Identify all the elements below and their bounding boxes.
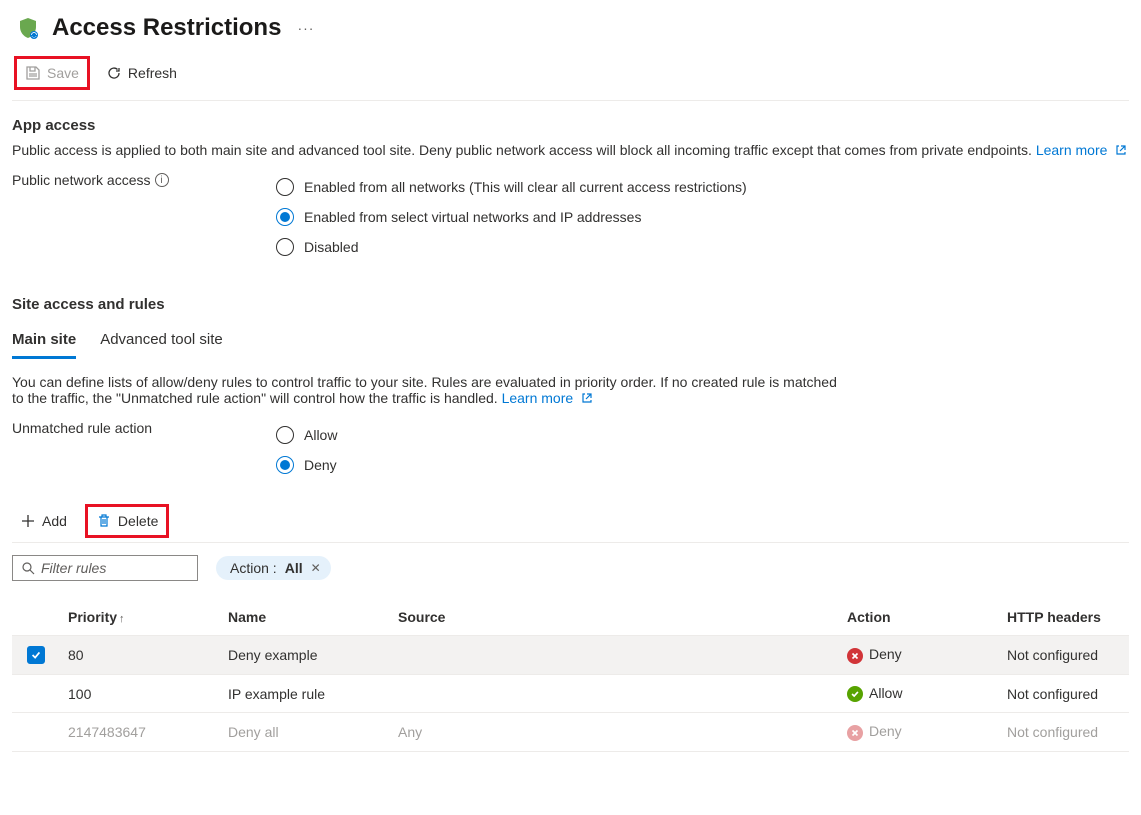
public-network-access-label: Public network access i — [12, 172, 260, 188]
table-row[interactable]: 2147483647Deny allAny Deny Not configured — [12, 713, 1129, 751]
external-link-icon — [581, 391, 593, 403]
cell-source: Any — [390, 713, 839, 751]
command-bar: Save Refresh — [12, 56, 1129, 101]
refresh-label: Refresh — [128, 65, 177, 81]
save-label: Save — [47, 65, 79, 81]
col-header-source[interactable]: Source — [390, 599, 839, 636]
app-access-section: App access Public access is applied to b… — [12, 101, 1129, 262]
cell-source — [390, 636, 839, 675]
plus-icon — [20, 513, 36, 529]
app-access-learn-more-link[interactable]: Learn more — [1036, 142, 1127, 158]
rules-toolbar: Add Delete — [12, 504, 1129, 543]
deny-badge-icon — [847, 725, 863, 741]
app-access-description: Public access is applied to both main si… — [12, 142, 1129, 158]
pill-label: Action : — [230, 560, 277, 576]
allow-badge-icon — [847, 686, 863, 702]
app-access-heading: App access — [12, 117, 1129, 134]
unmatched-rule-row: Unmatched rule action Allow Deny — [12, 420, 1129, 480]
highlight-delete: Delete — [85, 504, 169, 538]
filter-pill-action[interactable]: Action : All ✕ — [216, 556, 331, 580]
page-title: Access Restrictions — [52, 14, 281, 42]
shield-icon — [16, 16, 40, 40]
delete-rule-button[interactable]: Delete — [88, 509, 166, 533]
radio-unmatched-deny[interactable]: Deny — [276, 450, 1129, 480]
public-network-access-options: Enabled from all networks (This will cle… — [276, 172, 1129, 262]
row-checkbox[interactable] — [27, 646, 45, 664]
cell-priority: 80 — [60, 636, 220, 675]
tab-main-site[interactable]: Main site — [12, 323, 76, 359]
deny-badge-icon — [847, 648, 863, 664]
col-header-name[interactable]: Name — [220, 599, 390, 636]
external-link-icon — [1115, 143, 1127, 155]
site-access-section: Site access and rules Main site Advanced… — [12, 262, 1129, 752]
trash-icon — [96, 513, 112, 529]
site-tabs: Main site Advanced tool site — [12, 323, 1129, 360]
sort-asc-icon: ↑ — [119, 613, 125, 625]
site-access-learn-more-link[interactable]: Learn more — [502, 390, 593, 406]
pill-value: All — [285, 560, 303, 576]
public-network-access-row: Public network access i Enabled from all… — [12, 172, 1129, 262]
refresh-icon — [106, 65, 122, 81]
highlight-save: Save — [14, 56, 90, 90]
radio-disabled[interactable]: Disabled — [276, 232, 1129, 262]
cell-name: Deny all — [220, 713, 390, 751]
cell-name: Deny example — [220, 636, 390, 675]
table-row[interactable]: 80Deny example Deny Not configured — [12, 636, 1129, 675]
unmatched-rule-options: Allow Deny — [276, 420, 1129, 480]
tab-advanced-tool-site[interactable]: Advanced tool site — [100, 323, 223, 359]
refresh-button[interactable]: Refresh — [98, 61, 185, 85]
col-header-priority[interactable]: Priority↑ — [60, 599, 220, 636]
col-header-http[interactable]: HTTP headers — [999, 599, 1129, 636]
table-header-row: Priority↑ Name Source Action HTTP header… — [12, 599, 1129, 636]
cell-priority: 100 — [60, 675, 220, 713]
add-rule-button[interactable]: Add — [12, 509, 75, 533]
radio-enabled-select-networks[interactable]: Enabled from select virtual networks and… — [276, 202, 1129, 232]
radio-icon — [276, 426, 294, 444]
page-header: Access Restrictions ··· — [12, 12, 1129, 56]
col-header-select — [12, 599, 60, 636]
cell-action: Deny — [839, 636, 999, 675]
filter-bar: Filter rules Action : All ✕ — [12, 555, 1129, 581]
more-menu-icon[interactable]: ··· — [293, 20, 318, 36]
delete-label: Delete — [118, 513, 158, 529]
site-access-heading: Site access and rules — [12, 296, 1129, 313]
cell-source — [390, 675, 839, 713]
unmatched-rule-label: Unmatched rule action — [12, 420, 260, 436]
action-label: Allow — [869, 685, 902, 701]
cell-priority: 2147483647 — [60, 713, 220, 751]
action-label: Deny — [869, 723, 902, 739]
search-icon — [21, 561, 35, 575]
filter-placeholder: Filter rules — [41, 560, 106, 576]
action-label: Deny — [869, 646, 902, 662]
radio-unmatched-allow[interactable]: Allow — [276, 420, 1129, 450]
save-button[interactable]: Save — [17, 61, 87, 85]
filter-rules-input[interactable]: Filter rules — [12, 555, 198, 581]
table-row[interactable]: 100IP example rule Allow Not configured — [12, 675, 1129, 713]
cell-http-headers: Not configured — [999, 675, 1129, 713]
cell-action: Deny — [839, 713, 999, 751]
save-icon — [25, 65, 41, 81]
radio-icon — [276, 456, 294, 474]
radio-icon — [276, 238, 294, 256]
cell-name: IP example rule — [220, 675, 390, 713]
site-access-description: You can define lists of allow/deny rules… — [12, 374, 842, 406]
rules-table: Priority↑ Name Source Action HTTP header… — [12, 599, 1129, 752]
info-icon[interactable]: i — [155, 173, 169, 187]
radio-icon — [276, 208, 294, 226]
radio-enabled-all-networks[interactable]: Enabled from all networks (This will cle… — [276, 172, 1129, 202]
cell-action: Allow — [839, 675, 999, 713]
radio-icon — [276, 178, 294, 196]
cell-http-headers: Not configured — [999, 636, 1129, 675]
close-icon[interactable]: ✕ — [311, 561, 321, 575]
cell-http-headers: Not configured — [999, 713, 1129, 751]
add-label: Add — [42, 513, 67, 529]
col-header-action[interactable]: Action — [839, 599, 999, 636]
